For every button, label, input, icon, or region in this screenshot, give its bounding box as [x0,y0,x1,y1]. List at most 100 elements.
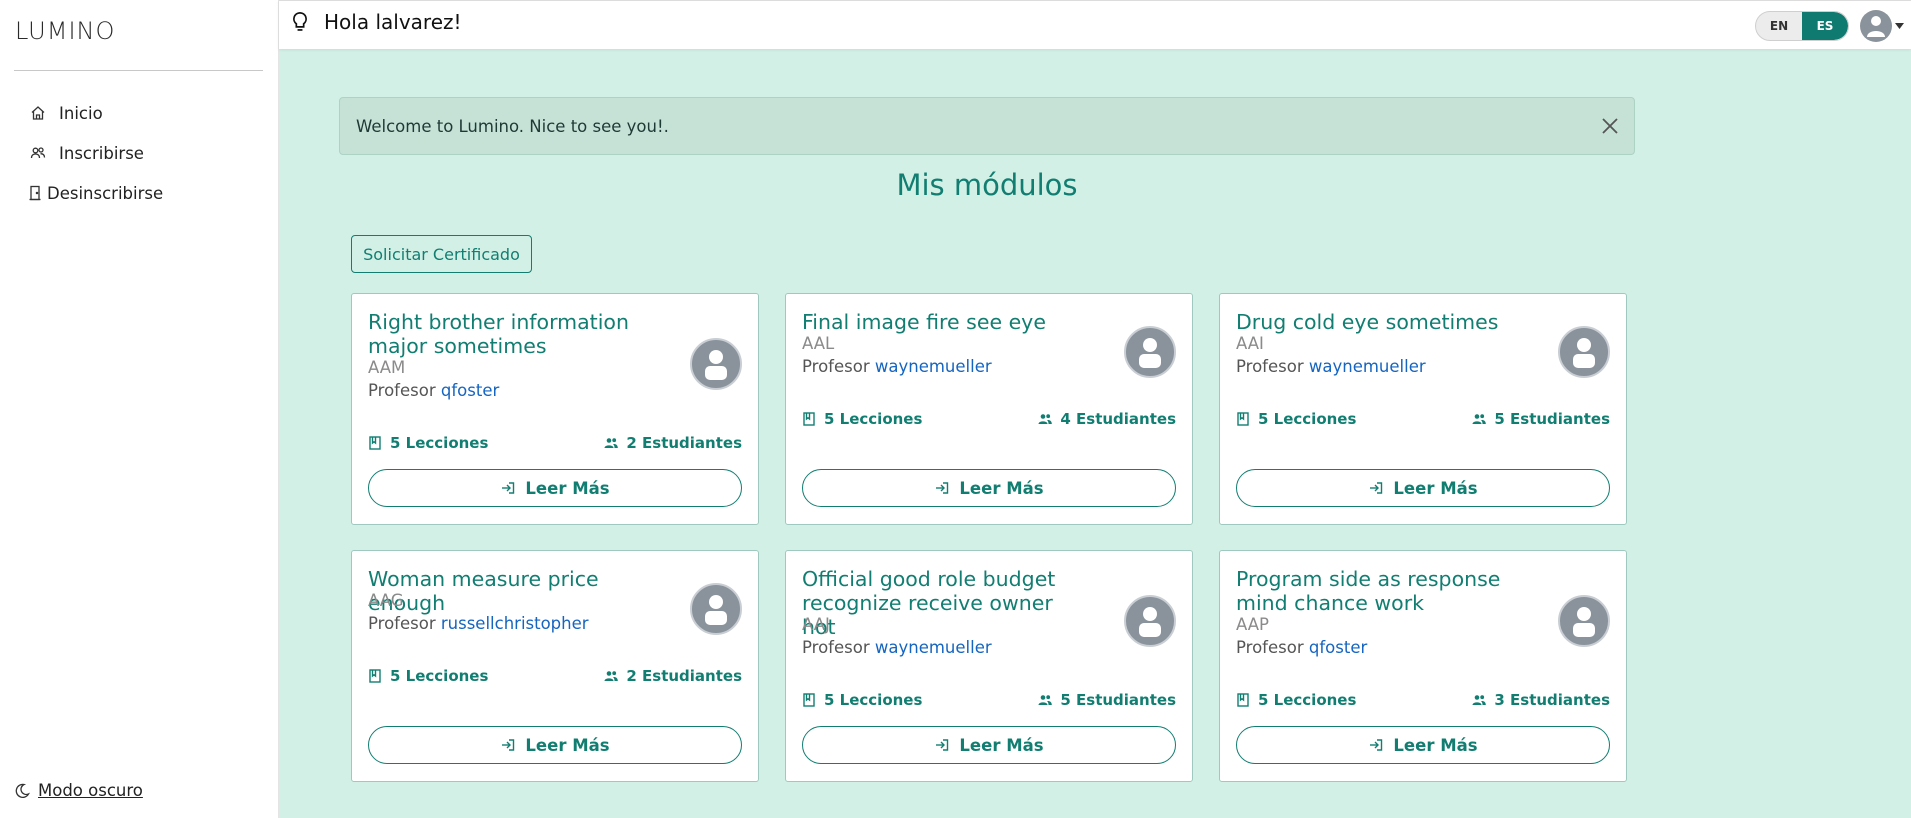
read-more-label: Leer Más [525,735,610,755]
book-icon [803,412,815,426]
lessons-count: 5 Lecciones [802,410,922,428]
professor-link[interactable]: waynemueller [875,638,992,657]
lang-es-button[interactable]: ES [1802,12,1848,40]
professor-link[interactable]: qfoster [1309,638,1367,657]
read-more-label: Leer Más [1393,478,1478,498]
module-meta: AAP Profesor qfoster [1236,615,1367,657]
module-professor: Profesor waynemueller [802,638,992,657]
read-more-label: Leer Más [1393,735,1478,755]
module-code: AAJ [802,615,830,634]
module-meta: AAJ Profesor waynemueller [802,615,992,657]
users-icon [604,438,619,448]
book-icon [803,693,815,707]
alert-message: Welcome to Lumino. Nice to see you!. [356,116,669,136]
students-count: 3 Estudiantes [1472,691,1610,709]
sidebar-nav: Inicio Inscribirse Desinscribirse [27,93,163,213]
module-professor: Profesor waynemueller [802,357,992,376]
sidebar-item-label: Inicio [59,103,103,123]
language-switcher: EN ES [1755,11,1849,41]
enter-icon [502,482,515,494]
sidebar: LUMINO Inicio Inscribirse Desinscribirse… [0,0,279,818]
users-icon [1472,414,1487,424]
professor-link[interactable]: waynemueller [875,357,992,376]
chevron-down-icon [1895,23,1904,29]
read-more-button[interactable]: Leer Más [802,726,1176,764]
sidebar-item-inicio[interactable]: Inicio [30,93,163,133]
module-code: AAI [1236,334,1264,353]
sidebar-item-label: Desinscribirse [47,183,164,203]
module-card: Woman measure price enough AAG Profesor … [351,550,759,782]
lang-en-button[interactable]: EN [1756,12,1802,40]
module-title[interactable]: Final image fire see eye [802,310,1092,334]
professor-avatar-icon [1558,595,1610,647]
welcome-alert: Welcome to Lumino. Nice to see you!. [339,97,1635,155]
module-code: AAM [368,358,406,377]
professor-label: Profesor [802,638,870,657]
close-icon[interactable] [1600,116,1620,136]
read-more-button[interactable]: Leer Más [1236,469,1610,507]
users-icon [30,147,46,159]
module-professor: Profesor qfoster [368,381,499,400]
professor-avatar-icon [690,583,742,635]
module-card: Right brother information major sometime… [351,293,759,525]
sidebar-item-label: Inscribirse [59,143,144,163]
module-code: AAG [368,591,404,610]
home-icon [31,106,45,120]
read-more-button[interactable]: Leer Más [802,469,1176,507]
read-more-button[interactable]: Leer Más [368,726,742,764]
students-count: 2 Estudiantes [604,434,742,452]
sidebar-item-desinscribirse[interactable]: Desinscribirse [27,173,163,213]
professor-link[interactable]: waynemueller [1309,357,1426,376]
enter-icon [502,739,515,751]
moon-icon [15,783,30,798]
professor-label: Profesor [368,381,436,400]
read-more-label: Leer Más [525,478,610,498]
enter-icon [1370,482,1383,494]
professor-link[interactable]: russellchristopher [441,614,589,633]
professor-label: Profesor [368,614,436,633]
brand-logo[interactable]: LUMINO [15,17,115,45]
module-card: Final image fire see eye AAL Profesor wa… [785,293,1193,525]
top-header: Hola lalvarez! EN ES [279,0,1911,49]
professor-label: Profesor [1236,357,1304,376]
sidebar-item-inscribirse[interactable]: Inscribirse [30,133,163,173]
user-menu[interactable] [1860,10,1904,42]
professor-avatar-icon [690,338,742,390]
sidebar-divider [14,70,263,71]
students-count: 5 Estudiantes [1472,410,1610,428]
read-more-label: Leer Más [959,478,1044,498]
module-code: AAP [1236,615,1269,634]
user-avatar-icon [1860,10,1892,42]
module-card: Program side as response mind chance wor… [1219,550,1627,782]
module-title[interactable]: Right brother information major sometime… [368,310,658,358]
lessons-count: 5 Lecciones [802,691,922,709]
module-code: AAL [802,334,835,353]
request-certificate-button[interactable]: Solicitar Certificado [351,235,532,273]
module-title[interactable]: Drug cold eye sometimes [1236,310,1526,334]
professor-label: Profesor [1236,638,1304,657]
lessons-count: 5 Lecciones [368,434,488,452]
read-more-button[interactable]: Leer Más [1236,726,1610,764]
users-icon [1038,414,1053,424]
students-count: 2 Estudiantes [604,667,742,685]
lessons-count: 5 Lecciones [1236,691,1356,709]
module-meta: AAG Profesor russellchristopher [368,591,589,633]
dark-mode-label: Modo oscuro [38,781,143,800]
read-more-button[interactable]: Leer Más [368,469,742,507]
professor-avatar-icon [1558,326,1610,378]
enter-icon [936,739,949,751]
module-title[interactable]: Program side as response mind chance wor… [1236,567,1526,615]
professor-avatar-icon [1124,326,1176,378]
module-meta: AAL Profesor waynemueller [802,334,992,376]
book-icon [369,669,381,683]
page-title: Mis módulos [896,168,1078,202]
module-professor: Profesor qfoster [1236,638,1367,657]
lightbulb-icon [293,11,307,31]
read-more-label: Leer Más [959,735,1044,755]
users-icon [1038,695,1053,705]
greeting: Hola lalvarez! [290,10,462,34]
book-icon [1237,412,1249,426]
lessons-count: 5 Lecciones [368,667,488,685]
dark-mode-toggle[interactable]: Modo oscuro [14,781,143,800]
professor-link[interactable]: qfoster [441,381,499,400]
